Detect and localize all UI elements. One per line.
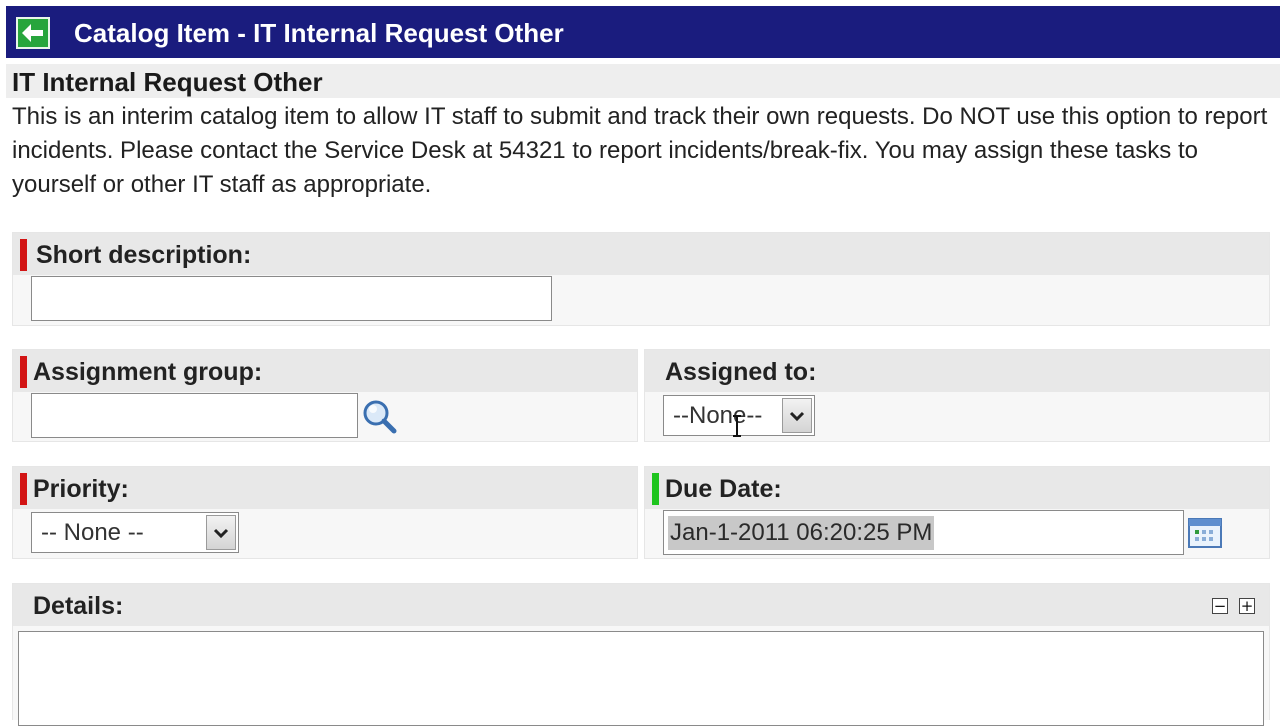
- chevron-down-icon: [789, 411, 805, 421]
- dropdown-arrow[interactable]: [206, 515, 236, 550]
- assignment-group-label: Assignment group:: [33, 358, 263, 386]
- assignment-group-input[interactable]: [31, 393, 358, 438]
- catalog-item-description: This is an interim catalog item to allow…: [12, 103, 1268, 198]
- magnifier-icon: [363, 400, 397, 434]
- calendar-icon: [1188, 518, 1222, 548]
- minus-icon: −: [1213, 596, 1227, 615]
- priority-selected-value: -- None --: [41, 518, 144, 546]
- header: Catalog Item - IT Internal Request Other: [0, 0, 1280, 62]
- text-cursor-icon: [731, 414, 743, 443]
- plus-icon: +: [1240, 596, 1254, 615]
- back-arrow-icon: [22, 24, 43, 42]
- chevron-down-icon: [213, 528, 229, 538]
- details-header: [13, 584, 1269, 626]
- assigned-to-label: Assigned to:: [665, 358, 817, 386]
- dropdown-arrow[interactable]: [782, 398, 812, 433]
- priority-select[interactable]: -- None --: [31, 512, 239, 553]
- assigned-to-selected-value: --None--: [673, 401, 763, 429]
- collapse-textarea-button[interactable]: −: [1212, 598, 1228, 614]
- mandatory-filled-indicator: [652, 473, 659, 505]
- expand-textarea-button[interactable]: +: [1239, 598, 1255, 614]
- mandatory-indicator: [20, 473, 27, 505]
- back-button[interactable]: [16, 17, 50, 49]
- mandatory-indicator: [20, 356, 27, 388]
- priority-label: Priority:: [33, 475, 129, 503]
- due-date-value: Jan-1-2011 06:20:25 PM: [668, 515, 935, 550]
- details-textarea[interactable]: [18, 631, 1264, 726]
- due-date-input[interactable]: Jan-1-2011 06:20:25 PM: [663, 510, 1184, 555]
- assignment-group-lookup-button[interactable]: [360, 397, 398, 435]
- short-description-input[interactable]: [31, 276, 552, 321]
- details-label: Details:: [33, 592, 124, 620]
- mandatory-indicator: [20, 239, 27, 271]
- date-picker-button[interactable]: [1187, 516, 1223, 550]
- page-title: Catalog Item - IT Internal Request Other: [74, 18, 564, 48]
- catalog-item-heading: IT Internal Request Other: [12, 67, 323, 97]
- short-description-label: Short description:: [36, 241, 252, 269]
- due-date-label: Due Date:: [665, 475, 782, 503]
